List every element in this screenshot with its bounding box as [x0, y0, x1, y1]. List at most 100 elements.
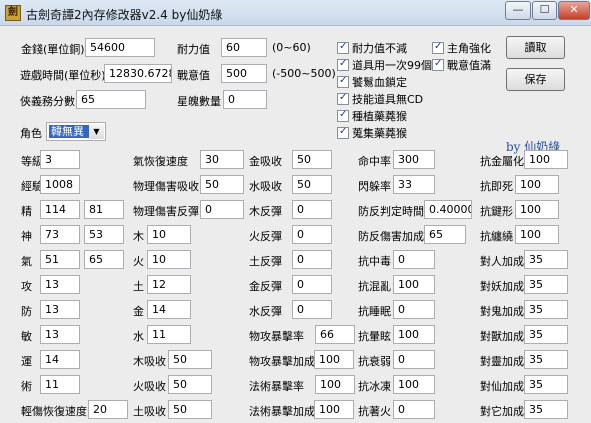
stat-field[interactable]: 100 — [315, 375, 355, 394]
checkbox-box[interactable] — [337, 92, 349, 105]
stat-field[interactable]: 0 — [292, 275, 332, 294]
close-button[interactable]: ✕ — [558, 1, 590, 20]
checkbox-taotie-lock[interactable]: 饕鬄血鎖定 — [337, 74, 407, 90]
checkbox-hero-boost[interactable]: 主角強化 — [432, 40, 491, 56]
stat-field[interactable]: 73 — [40, 225, 80, 244]
checkbox-box[interactable] — [337, 109, 349, 122]
checkbox-no-cd[interactable]: 技能道具無CD — [337, 91, 423, 107]
stat-field[interactable]: 10 — [147, 225, 191, 244]
minimize-button[interactable]: — — [505, 1, 531, 20]
stat-field[interactable]: 0 — [393, 250, 435, 269]
stat-field[interactable]: 100 — [515, 200, 559, 219]
stat-field[interactable]: 35 — [524, 300, 568, 319]
stat-field[interactable]: 35 — [524, 275, 568, 294]
save-button[interactable]: 保存 — [506, 68, 565, 91]
checkbox-plant[interactable]: 種植藥蕘猴 — [337, 108, 407, 124]
checkbox-battle-full[interactable]: 戰意值滿 — [432, 57, 491, 73]
checkbox-box[interactable] — [337, 58, 349, 71]
stat-field[interactable]: 14 — [147, 300, 191, 319]
stat-field[interactable]: 12 — [147, 275, 191, 294]
role-select[interactable]: 韓無異 ▼ — [46, 122, 106, 141]
stat-field[interactable]: 3 — [40, 150, 80, 169]
maximize-button[interactable]: ☐ — [532, 1, 557, 20]
stat-label: 命中率 — [358, 155, 391, 168]
stat-field[interactable]: 14 — [40, 350, 80, 369]
chivalry-field[interactable]: 65 — [76, 90, 146, 109]
stat-field[interactable]: 35 — [524, 375, 568, 394]
stat-field[interactable]: 33 — [393, 175, 435, 194]
stat-label: 神 — [21, 230, 32, 243]
checkbox-label: 戰意值滿 — [447, 59, 491, 72]
stat-label: 閃躲率 — [358, 180, 391, 193]
stat-field[interactable]: 0 — [292, 200, 332, 219]
checkbox-label: 道具用一次99個 — [352, 59, 432, 72]
stat-field[interactable]: 0 — [393, 300, 435, 319]
stat-field[interactable]: 100 — [515, 175, 559, 194]
stat-field[interactable]: 0 — [393, 350, 435, 369]
time-field[interactable]: 12830.67285 — [104, 64, 172, 83]
checkbox-box[interactable] — [432, 58, 444, 71]
stat-field[interactable]: 65 — [424, 225, 466, 244]
stat-field[interactable]: 300 — [393, 150, 435, 169]
stat-field[interactable]: 0 — [292, 300, 332, 319]
checkbox-box[interactable] — [337, 126, 349, 139]
stat-label: 抗著火 — [358, 405, 391, 418]
battle-field[interactable]: 500 — [221, 64, 267, 83]
stat-field[interactable]: 66 — [315, 325, 355, 344]
stat-field[interactable]: 35 — [524, 250, 568, 269]
stat-label: 抗纏繞 — [480, 230, 513, 243]
stat-field[interactable]: 13 — [40, 325, 80, 344]
stat-field[interactable]: 100 — [314, 400, 354, 419]
stat-field[interactable]: 50 — [168, 400, 212, 419]
stat-field[interactable]: 20 — [88, 400, 128, 419]
stat-field[interactable]: 50 — [200, 175, 244, 194]
stat-field[interactable]: 100 — [524, 150, 568, 169]
chevron-down-icon[interactable]: ▼ — [89, 124, 104, 139]
stat-field[interactable]: 0 — [292, 225, 332, 244]
durability-field[interactable]: 60 — [221, 38, 267, 57]
star-field[interactable]: 0 — [223, 90, 267, 109]
stat-field[interactable]: 100 — [515, 225, 559, 244]
stat-field[interactable]: 100 — [393, 275, 435, 294]
stat-field[interactable]: 50 — [168, 375, 212, 394]
stat-field[interactable]: 35 — [524, 400, 568, 419]
read-button[interactable]: 讀取 — [506, 36, 565, 59]
stat-field[interactable]: 0 — [200, 200, 244, 219]
checkbox-collect[interactable]: 蒐集藥蕘猴 — [337, 125, 407, 141]
stat-field[interactable]: 0 — [393, 400, 435, 419]
checkbox-box[interactable] — [337, 75, 349, 88]
stat-field[interactable]: 0 — [292, 250, 332, 269]
stat-field[interactable]: 100 — [314, 350, 354, 369]
stat-field-max[interactable]: 65 — [84, 250, 124, 269]
checkbox-box[interactable] — [337, 41, 349, 54]
money-field[interactable]: 54600 — [85, 38, 155, 57]
stat-field[interactable]: 50 — [292, 175, 332, 194]
stat-field[interactable]: 35 — [524, 325, 568, 344]
stat-label: 抗暈眩 — [358, 330, 391, 343]
stat-field[interactable]: 35 — [524, 350, 568, 369]
checkbox-box[interactable] — [432, 41, 444, 54]
stat-field-max[interactable]: 81 — [84, 200, 124, 219]
stat-field[interactable]: 1008 — [40, 175, 80, 194]
stat-field[interactable]: 0.40000 — [424, 200, 472, 219]
stat-field-max[interactable]: 53 — [84, 225, 124, 244]
stat-label: 防 — [21, 305, 32, 318]
stat-field[interactable]: 13 — [40, 275, 80, 294]
stat-field[interactable]: 50 — [168, 350, 212, 369]
stat-field[interactable]: 11 — [40, 375, 80, 394]
checkbox-item-99[interactable]: 道具用一次99個 — [337, 57, 432, 73]
stat-field[interactable]: 114 — [40, 200, 80, 219]
stat-field[interactable]: 50 — [292, 150, 332, 169]
checkbox-durability-lock[interactable]: 耐力值不減 — [337, 40, 407, 56]
stat-field[interactable]: 30 — [200, 150, 244, 169]
stat-label: 氣 — [21, 255, 32, 268]
stat-label: 金吸收 — [249, 155, 282, 168]
stat-field[interactable]: 51 — [40, 250, 80, 269]
stat-label: 法術暴擊率 — [249, 380, 304, 393]
stat-field[interactable]: 10 — [147, 250, 191, 269]
stat-field[interactable]: 100 — [393, 325, 435, 344]
stat-label: 火 — [133, 255, 144, 268]
stat-field[interactable]: 100 — [393, 375, 435, 394]
stat-field[interactable]: 13 — [40, 300, 80, 319]
stat-field[interactable]: 11 — [147, 325, 191, 344]
